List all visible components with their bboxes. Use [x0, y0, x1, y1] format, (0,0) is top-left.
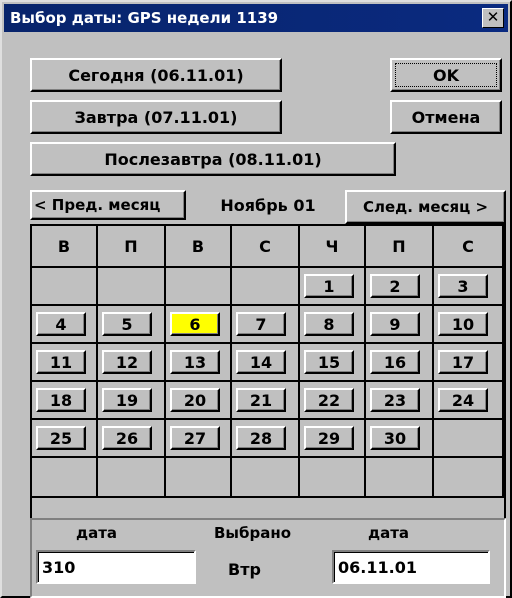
weekday-header: В [166, 226, 232, 268]
selected-day-button[interactable]: 6 [170, 312, 220, 336]
calendar-cell: 24 [434, 382, 504, 420]
calendar-cell: 7 [232, 306, 300, 344]
calendar-cell: 28 [232, 420, 300, 458]
calendar-cell: 14 [232, 344, 300, 382]
calendar-cell [98, 458, 166, 498]
day-button[interactable]: 3 [438, 274, 488, 298]
day-button[interactable]: 25 [36, 426, 86, 450]
calendar-cell: 25 [32, 420, 98, 458]
calendar-cell: 16 [366, 344, 434, 382]
weekday-header: П [98, 226, 166, 268]
selected-label: Выбрано [214, 524, 291, 542]
date-picker-dialog: Выбор даты: GPS недели 1139 ✕ Сегодня (0… [0, 0, 512, 598]
day-button[interactable]: 21 [236, 388, 286, 412]
calendar-cell [166, 268, 232, 306]
calendar-cell: 27 [166, 420, 232, 458]
calendar-cell: 10 [434, 306, 504, 344]
weekday-header: В [32, 226, 98, 268]
date-label-left: дата [76, 524, 118, 542]
weekday-header: Ч [300, 226, 366, 268]
calendar-cell [434, 420, 504, 458]
calendar-cell [98, 268, 166, 306]
day-button[interactable]: 22 [304, 388, 354, 412]
selection-panel: дата Выбрано дата 310 Втр 06.11.01 [30, 518, 506, 598]
weekday-value: Втр [228, 560, 261, 579]
day-button[interactable]: 11 [36, 350, 86, 374]
day-button[interactable]: 14 [236, 350, 286, 374]
calendar-cell [232, 458, 300, 498]
weekday-header: П [366, 226, 434, 268]
calendar-cell: 1 [300, 268, 366, 306]
day-button[interactable]: 19 [102, 388, 152, 412]
calendar-cell: 5 [98, 306, 166, 344]
gps-day-field[interactable]: 310 [36, 550, 196, 584]
calendar-cell: 17 [434, 344, 504, 382]
calendar-cell: 30 [366, 420, 434, 458]
calendar-grid: В П В С Ч П С 1 2 3 4 5 6 7 8 9 10 11 12 13 14 15 16 17 18 19 20 21… [30, 224, 506, 518]
today-button[interactable]: Сегодня (06.11.01) [30, 58, 282, 92]
calendar-cell: 2 [366, 268, 434, 306]
window-title: Выбор даты: GPS недели 1139 [10, 9, 279, 27]
day-button[interactable]: 28 [236, 426, 286, 450]
day-button[interactable]: 13 [170, 350, 220, 374]
date-label-right: дата [368, 524, 410, 542]
weekday-header: С [434, 226, 504, 268]
calendar-cell: 20 [166, 382, 232, 420]
weekday-header: С [232, 226, 300, 268]
calendar-cell: 9 [366, 306, 434, 344]
day-button[interactable]: 10 [438, 312, 488, 336]
ok-button[interactable]: OK [390, 58, 502, 92]
calendar-cell: 23 [366, 382, 434, 420]
day-after-tomorrow-button[interactable]: Послезавтра (08.11.01) [30, 142, 396, 176]
day-button[interactable]: 4 [36, 312, 86, 336]
day-button[interactable]: 30 [370, 426, 420, 450]
day-button[interactable]: 15 [304, 350, 354, 374]
day-button[interactable]: 26 [102, 426, 152, 450]
calendar-cell [366, 458, 434, 498]
prev-month-button[interactable]: < Пред. месяц [30, 190, 186, 220]
day-button[interactable]: 17 [438, 350, 488, 374]
day-button[interactable]: 5 [102, 312, 152, 336]
day-button[interactable]: 29 [304, 426, 354, 450]
day-button[interactable]: 12 [102, 350, 152, 374]
calendar-cell: 3 [434, 268, 504, 306]
calendar-cell: 19 [98, 382, 166, 420]
day-button[interactable]: 8 [304, 312, 354, 336]
day-button[interactable]: 2 [370, 274, 420, 298]
day-button[interactable]: 9 [370, 312, 420, 336]
calendar-cell: 8 [300, 306, 366, 344]
date-field[interactable]: 06.11.01 [332, 550, 490, 584]
day-button[interactable]: 18 [36, 388, 86, 412]
calendar-cell [32, 268, 98, 306]
calendar-cell: 21 [232, 382, 300, 420]
calendar-cell [166, 458, 232, 498]
calendar-cell: 12 [98, 344, 166, 382]
calendar-cell: 4 [32, 306, 98, 344]
day-button[interactable]: 20 [170, 388, 220, 412]
calendar-cell: 13 [166, 344, 232, 382]
day-button[interactable]: 16 [370, 350, 420, 374]
tomorrow-button[interactable]: Завтра (07.11.01) [30, 100, 282, 134]
title-bar: Выбор даты: GPS недели 1139 ✕ [4, 4, 508, 32]
close-icon[interactable]: ✕ [482, 8, 504, 28]
calendar-cell [32, 458, 98, 498]
cancel-button[interactable]: Отмена [390, 100, 502, 134]
calendar-cell: 15 [300, 344, 366, 382]
next-month-button[interactable]: След. месяц > [345, 190, 506, 224]
day-button[interactable]: 24 [438, 388, 488, 412]
day-button[interactable]: 1 [304, 274, 354, 298]
calendar-cell [300, 458, 366, 498]
calendar-cell: 6 [166, 306, 232, 344]
calendar-cell: 18 [32, 382, 98, 420]
month-label: Ноябрь 01 [220, 195, 316, 215]
day-button[interactable]: 7 [236, 312, 286, 336]
calendar-cell: 11 [32, 344, 98, 382]
day-button[interactable]: 27 [170, 426, 220, 450]
day-button[interactable]: 23 [370, 388, 420, 412]
calendar-cell: 26 [98, 420, 166, 458]
calendar-cell: 22 [300, 382, 366, 420]
calendar-cell [232, 268, 300, 306]
calendar-cell [434, 458, 504, 498]
calendar-cell: 29 [300, 420, 366, 458]
